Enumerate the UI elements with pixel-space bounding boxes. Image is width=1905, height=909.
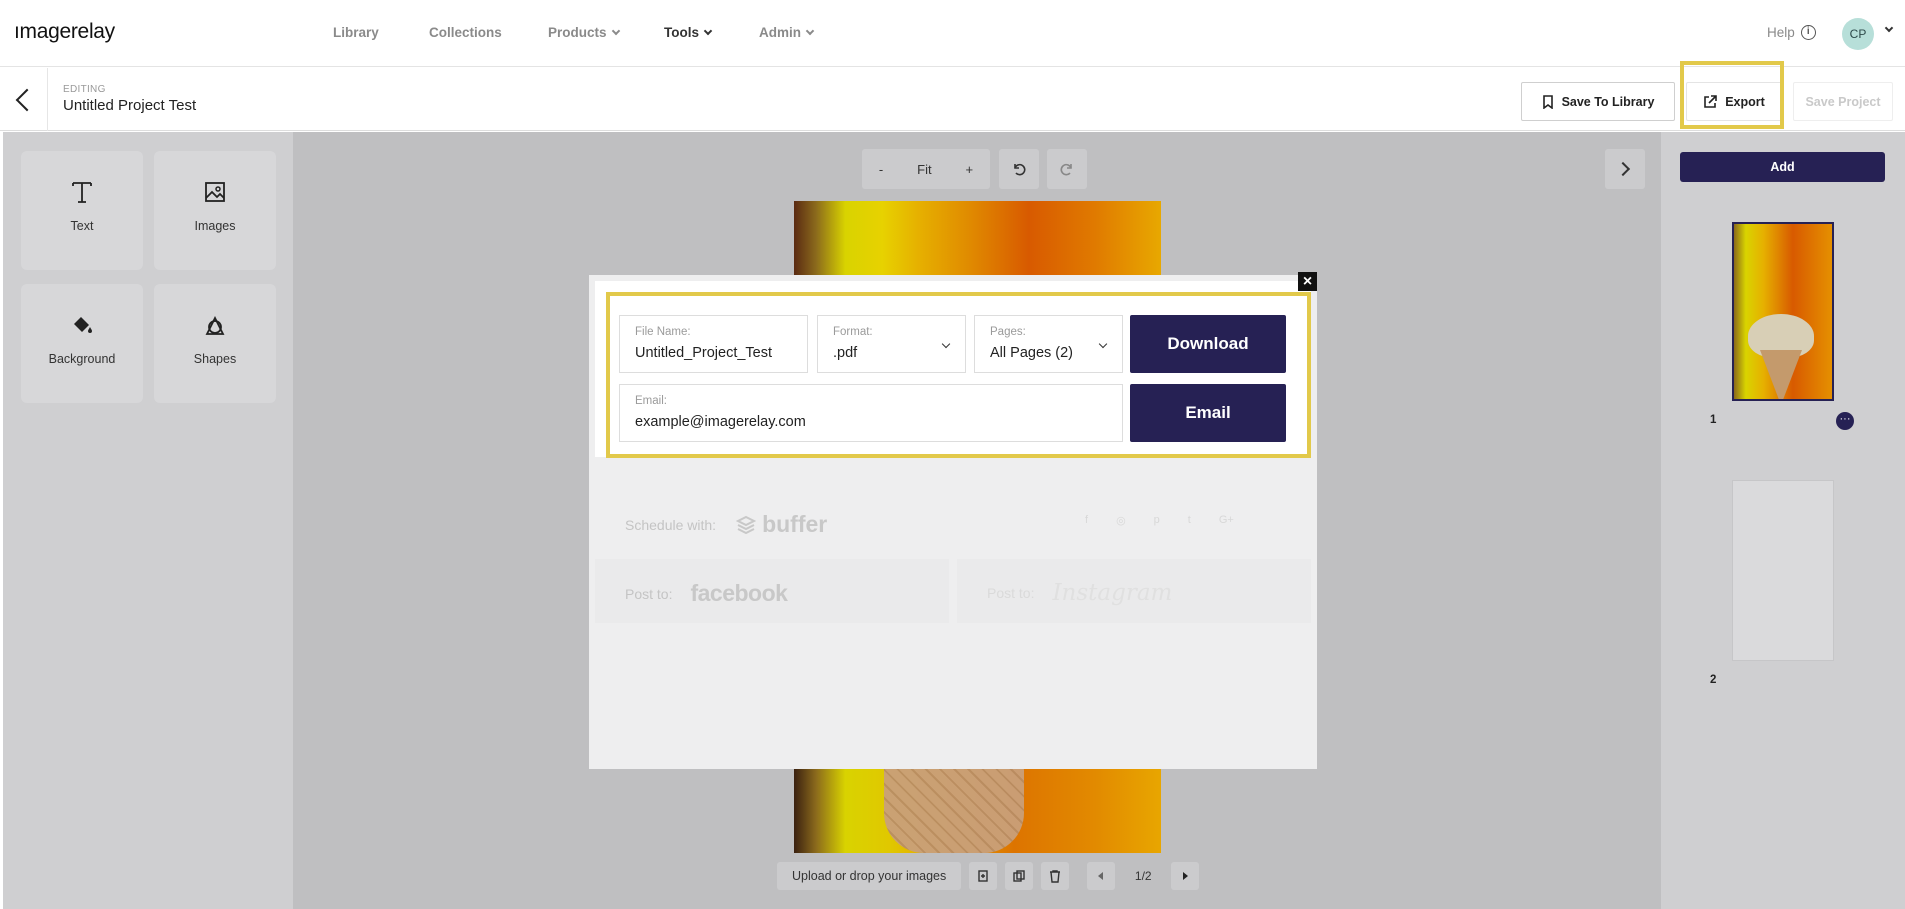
chevron-down-icon[interactable] xyxy=(1884,23,1894,33)
zoom-out-button[interactable]: - xyxy=(879,162,883,177)
chevron-down-icon xyxy=(611,26,620,35)
help-label: Help xyxy=(1767,25,1795,40)
text-icon xyxy=(71,177,93,207)
tool-text[interactable]: Text xyxy=(21,151,143,270)
undo-button[interactable] xyxy=(999,149,1039,189)
trash-icon xyxy=(1050,870,1061,883)
tool-images[interactable]: Images xyxy=(154,151,276,270)
canvas-image-top[interactable] xyxy=(794,201,1161,276)
canvas-image-bottom[interactable] xyxy=(794,769,1161,853)
help-link[interactable]: Help i xyxy=(1767,25,1816,40)
add-page-button[interactable] xyxy=(969,862,998,890)
tool-images-label: Images xyxy=(194,219,236,233)
save-project-label: Save Project xyxy=(1805,94,1881,109)
info-icon: i xyxy=(1800,25,1816,40)
project-title: Untitled Project Test xyxy=(63,97,197,114)
page-thumbnail-2[interactable] xyxy=(1732,480,1834,661)
tool-background[interactable]: Background xyxy=(21,284,143,403)
next-page-button[interactable] xyxy=(1171,862,1200,890)
twitter-icon[interactable]: t xyxy=(1188,514,1191,527)
nav-collections-label: Collections xyxy=(429,25,502,40)
editor-header: EDITING Untitled Project Test Save To Li… xyxy=(0,68,1905,131)
nav-collections[interactable]: Collections xyxy=(429,25,502,40)
save-project-button[interactable]: Save Project xyxy=(1793,82,1893,121)
nav-tools-label: Tools xyxy=(664,25,699,40)
post-instagram-card[interactable]: Post to: Instagram xyxy=(957,559,1311,623)
tool-text-label: Text xyxy=(70,219,94,233)
imagerelay-logo[interactable]: ımagerelay xyxy=(14,20,115,44)
zoom-in-button[interactable]: + xyxy=(965,162,973,177)
redo-button[interactable] xyxy=(1047,149,1087,189)
chevron-down-icon xyxy=(703,26,713,35)
nav-admin[interactable]: Admin xyxy=(759,25,815,40)
avatar[interactable]: CP xyxy=(1842,18,1874,50)
post-to-label: Post to: xyxy=(987,585,1035,601)
post-facebook-row: Post to: facebook xyxy=(625,580,788,607)
facebook-icon[interactable]: f xyxy=(1085,514,1088,527)
nav-library[interactable]: Library xyxy=(333,25,379,40)
tools-panel: Text Images Background Shapes xyxy=(3,132,293,909)
back-button[interactable] xyxy=(0,68,48,131)
buffer-logo-text: buffer xyxy=(762,511,828,537)
save-to-library-label: Save To Library xyxy=(1561,94,1655,109)
image-icon xyxy=(204,177,226,207)
paint-bucket-icon xyxy=(70,310,94,340)
zoom-fit-button[interactable]: Fit xyxy=(917,162,931,177)
nav-library-label: Library xyxy=(333,25,379,40)
post-facebook-card[interactable]: Post to: facebook xyxy=(595,559,949,623)
editing-label: EDITING xyxy=(63,84,106,95)
instagram-logo: Instagram xyxy=(1052,580,1173,606)
prev-page-button[interactable] xyxy=(1087,862,1116,890)
chevron-down-icon xyxy=(805,26,815,35)
delete-page-button[interactable] xyxy=(1041,862,1070,890)
post-instagram-row: Post to: Instagram xyxy=(987,580,1172,606)
buffer-stack-icon xyxy=(736,515,757,534)
export-highlight xyxy=(1680,61,1784,129)
chevron-right-icon xyxy=(1615,161,1631,177)
schedule-label: Schedule with: xyxy=(625,516,717,533)
pinterest-icon[interactable]: p xyxy=(1154,514,1160,527)
nav-products-label: Products xyxy=(548,25,607,40)
caret-left-icon xyxy=(1098,872,1104,880)
add-page-icon xyxy=(978,870,988,882)
buffer-logo[interactable]: buffer xyxy=(736,511,827,538)
bookmark-icon xyxy=(1542,94,1553,109)
page-thumbnail-1[interactable] xyxy=(1732,222,1834,401)
upload-images-button[interactable]: Upload or drop your images xyxy=(777,862,962,890)
save-to-library-button[interactable]: Save To Library xyxy=(1521,82,1675,121)
tool-shapes[interactable]: Shapes xyxy=(154,284,276,403)
page-indicator: 1/2 xyxy=(1134,869,1152,883)
zoom-controls: - Fit + xyxy=(862,149,990,189)
toggle-panel-button[interactable] xyxy=(1605,149,1645,189)
cone-graphic xyxy=(1760,350,1802,399)
export-options-highlight xyxy=(606,292,1311,458)
top-nav: ımagerelay Library Collections Products … xyxy=(0,0,1905,67)
tool-background-label: Background xyxy=(48,352,116,366)
caret-right-icon xyxy=(1183,872,1189,880)
page-number-2: 2 xyxy=(1710,674,1717,686)
nav-tools[interactable]: Tools xyxy=(664,25,713,40)
instagram-icon[interactable]: ◎ xyxy=(1116,514,1126,527)
canvas-bottom-bar: Upload or drop your images 1/2 xyxy=(777,862,1200,890)
shapes-icon xyxy=(203,310,227,340)
nav-products[interactable]: Products xyxy=(548,25,620,40)
tool-shapes-label: Shapes xyxy=(193,352,237,366)
redo-icon xyxy=(1060,163,1072,176)
close-modal-button[interactable]: × xyxy=(1298,272,1317,291)
duplicate-page-button[interactable] xyxy=(1005,862,1034,890)
facebook-logo: facebook xyxy=(690,580,788,606)
undo-icon xyxy=(1014,163,1026,176)
post-to-label: Post to: xyxy=(625,585,673,602)
buffer-social-icons: f ◎ p t G+ xyxy=(1085,514,1234,527)
nav-admin-label: Admin xyxy=(759,25,801,40)
back-arrow-icon xyxy=(15,88,38,111)
google-plus-icon[interactable]: G+ xyxy=(1219,514,1234,527)
page-number-1: 1 xyxy=(1710,414,1717,426)
schedule-row: Schedule with: buffer xyxy=(625,511,827,538)
page-options-button[interactable]: ··· xyxy=(1836,412,1854,430)
add-page-top-button[interactable]: Add xyxy=(1680,152,1885,182)
ice-cream-cone-graphic xyxy=(884,769,1024,853)
duplicate-icon xyxy=(1013,870,1025,882)
